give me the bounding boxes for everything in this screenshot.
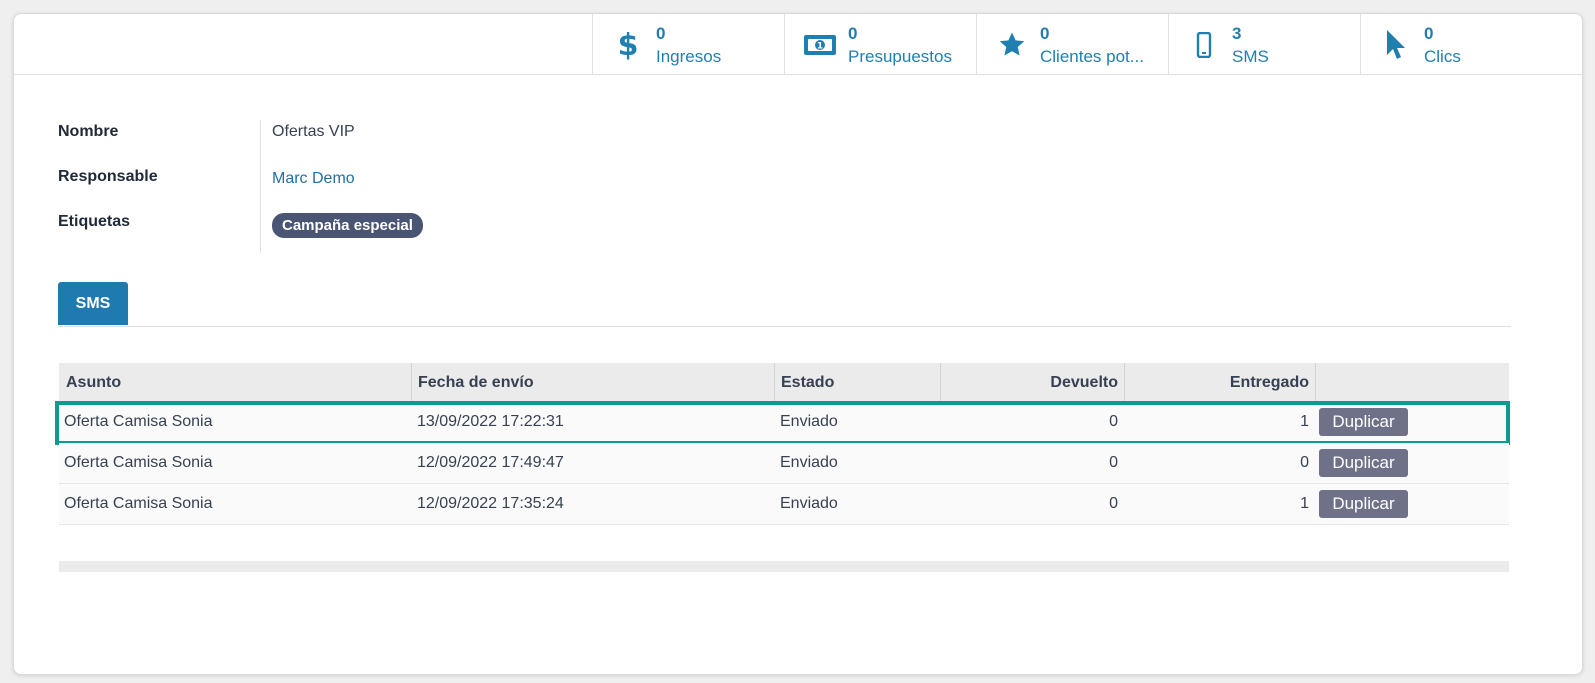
svg-text:1: 1	[817, 42, 823, 52]
cell-subject: Oferta Camisa Sonia	[64, 413, 213, 430]
stat-button-quotations[interactable]: 1 0 Presupuestos	[784, 14, 977, 74]
campaign-form-sheet: $ 0 Ingresos 1 0 Presupuestos 0 Clientes…	[13, 13, 1583, 675]
cell-status: Enviado	[780, 495, 838, 512]
cell-delivered: 0	[1300, 454, 1309, 471]
cell-delivered: 1	[1300, 413, 1309, 430]
cell-bounced: 0	[1109, 454, 1118, 471]
table-header: Asunto Fecha de envío Estado Devuelto En…	[59, 363, 1509, 402]
name-field[interactable]: Ofertas VIP	[272, 123, 355, 141]
pointer-cursor-icon	[1379, 28, 1413, 62]
cell-date: 12/09/2022 17:35:24	[417, 495, 564, 512]
mobile-phone-icon	[1187, 28, 1221, 62]
duplicate-button[interactable]: Duplicar	[1319, 449, 1408, 477]
stat-label: Presupuestos	[848, 47, 952, 66]
stat-label: Clics	[1424, 47, 1461, 66]
tab-sms[interactable]: SMS	[58, 282, 128, 325]
stat-label: Clientes pot...	[1040, 47, 1144, 66]
cell-bounced: 0	[1109, 413, 1118, 430]
tab-underline	[58, 326, 1511, 327]
field-separator	[260, 120, 261, 253]
column-header-delivered[interactable]: Entregado	[1124, 363, 1315, 402]
stat-value: 3	[1232, 24, 1242, 43]
duplicate-button[interactable]: Duplicar	[1319, 408, 1408, 436]
table-row[interactable]: Oferta Camisa Sonia 12/09/2022 17:49:47 …	[59, 443, 1509, 484]
responsible-label: Responsable	[58, 168, 158, 185]
stat-value: 0	[848, 24, 858, 43]
name-label: Nombre	[58, 123, 119, 140]
stat-button-clicks[interactable]: 0 Clics	[1360, 14, 1582, 74]
cell-date: 13/09/2022 17:22:31	[417, 413, 564, 430]
star-icon	[995, 28, 1029, 62]
table-row[interactable]: Oferta Camisa Sonia 13/09/2022 17:22:31 …	[55, 401, 1510, 445]
svg-text:$: $	[618, 29, 639, 61]
table-footer	[59, 561, 1509, 572]
column-header-date[interactable]: Fecha de envío	[411, 363, 774, 402]
duplicate-button[interactable]: Duplicar	[1319, 490, 1408, 518]
cell-status: Enviado	[780, 454, 838, 471]
responsible-field[interactable]: Marc Demo	[272, 170, 355, 188]
stat-button-leads[interactable]: 0 Clientes pot...	[976, 14, 1169, 74]
cell-status: Enviado	[780, 413, 838, 430]
stat-buttons-bar: $ 0 Ingresos 1 0 Presupuestos 0 Clientes…	[14, 14, 1582, 75]
cell-subject: Oferta Camisa Sonia	[64, 495, 213, 512]
column-header-actions	[1315, 363, 1509, 402]
stat-value: 0	[1040, 24, 1050, 43]
stat-button-revenue[interactable]: $ 0 Ingresos	[592, 14, 785, 74]
column-header-status[interactable]: Estado	[774, 363, 940, 402]
cell-delivered: 1	[1300, 495, 1309, 512]
tag-badge[interactable]: Campaña especial	[272, 213, 423, 238]
stat-label: Ingresos	[656, 47, 722, 66]
column-header-subject[interactable]: Asunto	[66, 363, 121, 402]
column-header-bounced[interactable]: Devuelto	[940, 363, 1124, 402]
stat-value: 0	[656, 24, 666, 43]
dollar-icon: $	[611, 28, 645, 62]
table-row[interactable]: Oferta Camisa Sonia 12/09/2022 17:35:24 …	[59, 484, 1509, 525]
cell-subject: Oferta Camisa Sonia	[64, 454, 213, 471]
cell-bounced: 0	[1109, 495, 1118, 512]
stat-label: SMS	[1232, 47, 1269, 66]
money-bill-icon: 1	[803, 28, 837, 62]
stat-button-sms[interactable]: 3 SMS	[1168, 14, 1361, 74]
sms-table: Asunto Fecha de envío Estado Devuelto En…	[55, 363, 1510, 525]
cell-date: 12/09/2022 17:49:47	[417, 454, 564, 471]
stat-value: 0	[1424, 24, 1434, 43]
tags-label: Etiquetas	[58, 213, 131, 230]
